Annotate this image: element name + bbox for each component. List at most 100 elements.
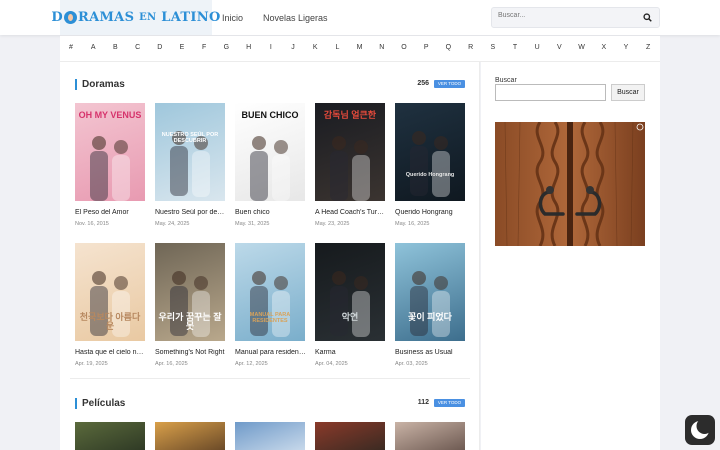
drama-card[interactable]: 악연 Karma Apr. 04, 2025 (315, 243, 385, 367)
drama-card[interactable]: Querido Hongrang Querido Hongrang May. 16,… (395, 103, 465, 227)
sidebar-search-input[interactable] (495, 84, 606, 101)
drama-title[interactable]: A Head Coach's Turn… (315, 209, 387, 216)
drama-poster[interactable]: 감독님 얼큰한 (315, 103, 385, 201)
view-all-peliculas-button[interactable]: VER TODO (434, 399, 465, 407)
drama-title[interactable]: El Peso del Amor (75, 209, 147, 216)
alphabet-letter[interactable]: U (532, 44, 542, 51)
sidebar-search-button[interactable]: Buscar (611, 84, 645, 101)
alphabet-letter[interactable]: O (399, 44, 409, 51)
alphabet-letter[interactable]: D (155, 44, 165, 51)
main-content: Doramas 256 VER TODO OH MY VENUS El Peso … (60, 62, 480, 450)
drama-title[interactable]: Business as Usual (395, 349, 467, 356)
movie-poster[interactable] (315, 422, 385, 450)
search-icon[interactable] (643, 13, 652, 22)
drama-date: May. 23, 2025 (315, 221, 350, 227)
alphabet-letter[interactable]: L (332, 44, 342, 51)
movie-poster[interactable] (75, 422, 145, 450)
poster-title: 악연 (341, 312, 359, 322)
nav-novelas-ligeras[interactable]: Novelas Ligeras (263, 13, 328, 23)
alphabet-letter[interactable]: I (266, 44, 276, 51)
section-title: Películas (82, 398, 126, 409)
drama-card[interactable]: 감독님 얼큰한 A Head Coach's Turn… May. 23, 2025 (315, 103, 387, 227)
alphabet-letter[interactable]: # (66, 44, 76, 51)
drama-card[interactable]: NUESTRO SEÚL POR DESCUBRIR Nuestro Seúl p… (155, 103, 225, 227)
movie-poster[interactable] (395, 422, 465, 450)
drama-title[interactable]: Nuestro Seúl por de… (155, 209, 227, 216)
alphabet-letter[interactable]: N (377, 44, 387, 51)
alphabet-letter[interactable]: G (221, 44, 231, 51)
ad-banner[interactable] (495, 122, 645, 246)
alphabet-letter[interactable]: V (554, 44, 564, 51)
alphabet-letter[interactable]: Q (443, 44, 453, 51)
drama-title[interactable]: Something's Not Right (155, 349, 227, 356)
drama-poster[interactable]: MANUAL PARA RESIDENTES (235, 243, 305, 341)
poster-title: Querido Hongrang (405, 172, 455, 178)
moon-icon (691, 418, 713, 439)
alphabet-letter[interactable]: Z (643, 44, 653, 51)
view-all-doramas-button[interactable]: VER TODO (434, 80, 465, 88)
drama-poster[interactable]: 꽃이 피었다 (395, 243, 465, 341)
drama-card[interactable]: 꽃이 피었다 Business as Usual Apr. 03, 2025 (395, 243, 465, 367)
header-search (491, 7, 660, 28)
poster-title: BUEN CHICO (241, 110, 299, 120)
drama-poster[interactable]: 우리가 꿈꾸는 잘못 (155, 243, 225, 341)
drama-date: May. 24, 2025 (155, 221, 190, 227)
alphabet-letter[interactable]: A (88, 44, 98, 51)
dark-mode-toggle[interactable] (685, 415, 715, 445)
drama-card[interactable]: 천국보다 아름다운 Hasta que el cielo n… Apr. 19, 2… (75, 243, 145, 367)
drama-date: May. 31, 2025 (235, 221, 270, 227)
drama-title[interactable]: Manual para residen… (235, 349, 307, 356)
alphabet-letter[interactable]: S (488, 44, 498, 51)
drama-card[interactable]: OH MY VENUS El Peso del Amor Nov. 16, 2015 (75, 103, 145, 227)
alphabet-letter[interactable]: K (310, 44, 320, 51)
drama-poster[interactable]: NUESTRO SEÚL POR DESCUBRIR (155, 103, 225, 201)
header-search-input[interactable] (498, 12, 638, 19)
drama-title[interactable]: Buen chico (235, 209, 307, 216)
alphabet-letter[interactable]: T (510, 44, 520, 51)
alphabet-letter[interactable]: C (133, 44, 143, 51)
drama-date: Apr. 16, 2025 (155, 361, 188, 367)
logo-face-icon (64, 11, 77, 24)
drama-card[interactable]: BUEN CHICO Buen chico May. 31, 2025 (235, 103, 305, 227)
poster-figures (330, 271, 370, 337)
nav-inicio[interactable]: Inicio (222, 13, 243, 23)
poster-figures (410, 271, 450, 337)
site-logo[interactable]: D RAMAS EN LATINO (51, 0, 220, 35)
drama-title[interactable]: Querido Hongrang (395, 209, 467, 216)
poster-figures (410, 131, 450, 197)
alphabet-letter[interactable]: H (244, 44, 254, 51)
alphabet-letter[interactable]: P (421, 44, 431, 51)
alphabet-letter[interactable]: B (110, 44, 120, 51)
sidebar: Buscar Buscar (481, 62, 660, 450)
drama-poster[interactable]: 천국보다 아름다운 (75, 243, 145, 341)
alphabet-letter[interactable]: M (355, 44, 365, 51)
alphabet-letter[interactable]: X (599, 44, 609, 51)
sidebar-search-label: Buscar (495, 77, 517, 84)
drama-date: May. 16, 2025 (395, 221, 430, 227)
section-count: 112 (417, 399, 429, 406)
poster-title: 천국보다 아름다운 (79, 312, 141, 332)
drama-poster[interactable]: OH MY VENUS (75, 103, 145, 201)
section-accent (75, 398, 77, 409)
drama-poster[interactable]: Querido Hongrang (395, 103, 465, 201)
movie-poster[interactable] (235, 422, 305, 450)
drama-card[interactable]: MANUAL PARA RESIDENTES Manual para reside… (235, 243, 306, 367)
alphabet-letter[interactable]: R (466, 44, 476, 51)
poster-title: 감독님 얼큰한 (323, 110, 377, 120)
alphabet-letter[interactable]: F (199, 44, 209, 51)
drama-title[interactable]: Karma (315, 349, 387, 356)
section-divider (70, 378, 470, 379)
drama-poster[interactable]: BUEN CHICO (235, 103, 305, 201)
alphabet-letter[interactable]: W (577, 44, 587, 51)
alphabet-letter[interactable]: E (177, 44, 187, 51)
alphabet-letter[interactable]: Y (621, 44, 631, 51)
alphabet-letter[interactable]: J (288, 44, 298, 51)
drama-poster[interactable]: 악연 (315, 243, 385, 341)
section-accent (75, 79, 77, 90)
drama-card[interactable]: 우리가 꿈꾸는 잘못 Something's Not Right Apr. 16, … (155, 243, 225, 367)
alphabet-filter: # A B C D E F G H I J K L M N O P Q R S T U V W X Y Z (60, 36, 660, 62)
drama-title[interactable]: Hasta que el cielo n… (75, 349, 147, 356)
movie-poster[interactable] (155, 422, 225, 450)
section-count: 256 (417, 80, 429, 87)
wooden-door-image (495, 122, 645, 246)
